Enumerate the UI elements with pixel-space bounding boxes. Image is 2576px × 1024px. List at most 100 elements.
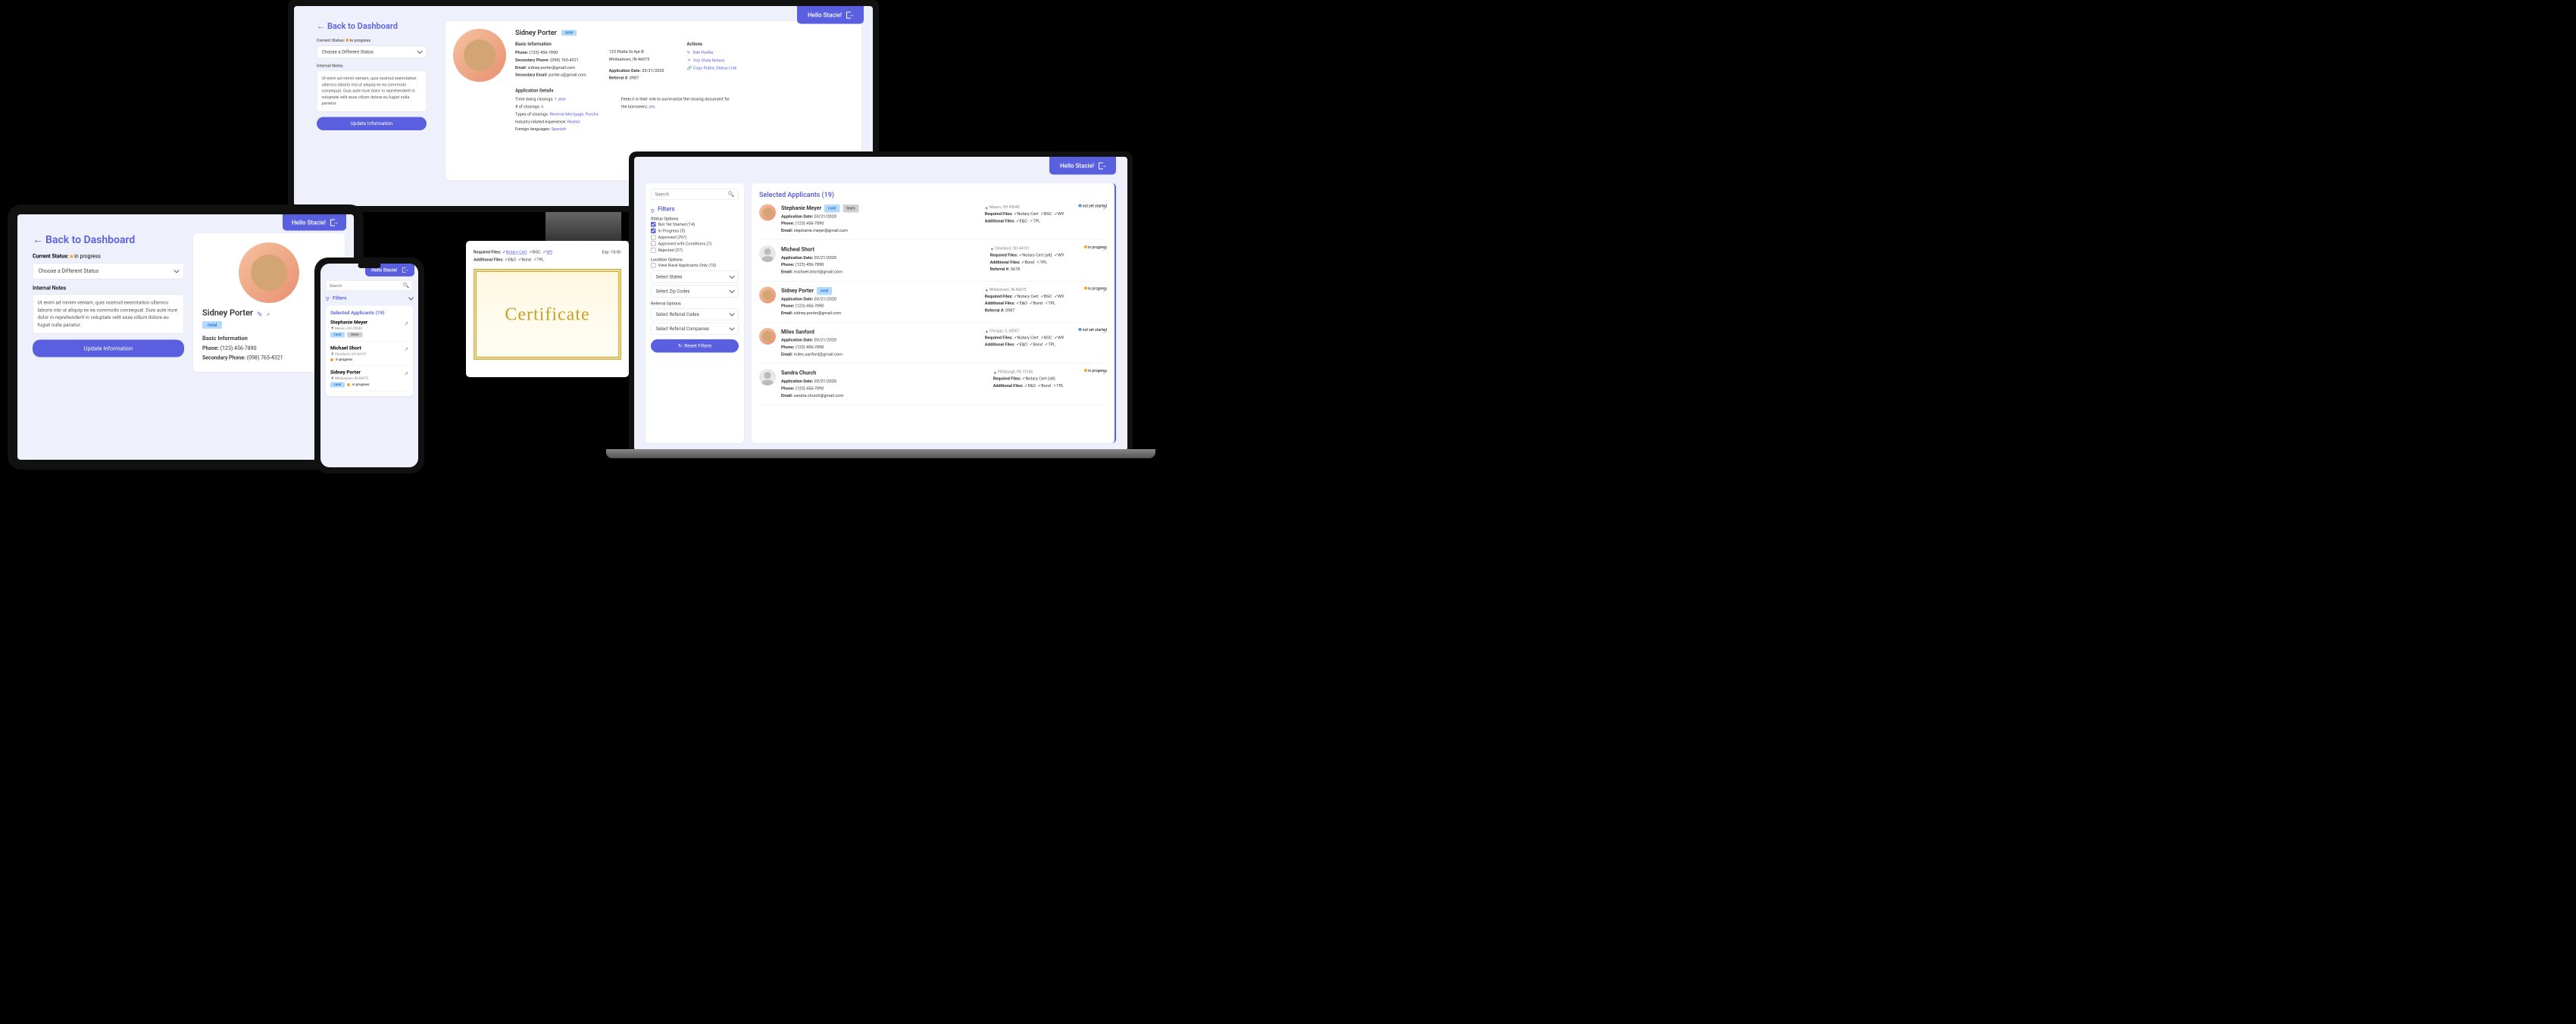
applicant-location: Pittsburgh, PA 15106 bbox=[993, 369, 1064, 376]
avatar bbox=[759, 286, 776, 303]
edit-icon[interactable] bbox=[257, 311, 262, 316]
applicant-row[interactable]: Stephanie Meyer ruralteam Application Da… bbox=[759, 199, 1107, 240]
share-icon[interactable] bbox=[1102, 328, 1107, 336]
greeting-banner[interactable]: Hello Stacie! bbox=[797, 6, 864, 24]
status-dot-icon bbox=[1079, 204, 1082, 208]
status-dot-icon bbox=[1084, 245, 1087, 248]
logout-icon[interactable] bbox=[330, 219, 337, 226]
applicant-name: Stephanie Meyer bbox=[330, 320, 367, 326]
external-link-icon bbox=[686, 56, 692, 61]
filter-status-option[interactable]: Approved (297) bbox=[651, 234, 739, 241]
applicant-location: Mason, OH 45040 bbox=[330, 327, 408, 331]
filter-status-option[interactable]: Not Yet Started (14) bbox=[651, 221, 739, 228]
greeting-text: Hello Stacie! bbox=[808, 11, 842, 19]
share-icon[interactable] bbox=[404, 370, 408, 377]
edit-profile-link[interactable]: Edit Profile bbox=[693, 50, 713, 55]
search-icon[interactable] bbox=[403, 283, 410, 289]
select-referral-codes[interactable]: Select Referral Codes bbox=[651, 308, 739, 320]
share-icon[interactable] bbox=[1102, 286, 1107, 294]
applicant-name: Micheal Short bbox=[781, 245, 814, 254]
arrow-left-icon: ← bbox=[317, 21, 325, 31]
pin-icon bbox=[330, 353, 333, 356]
avatar bbox=[239, 242, 299, 303]
current-status-label: Current Status: bbox=[317, 38, 345, 43]
selected-applicants-header: Selected Applicants (19) bbox=[759, 191, 1107, 199]
tag-rural: rural bbox=[330, 382, 345, 388]
share-icon[interactable] bbox=[1102, 245, 1107, 253]
filter-status-option[interactable]: Rejected (57) bbox=[651, 247, 739, 254]
select-states[interactable]: Select States bbox=[651, 271, 739, 283]
applicant-status: in progress bbox=[352, 383, 369, 387]
applicant-row[interactable]: Miles Sanford Application Date: 03/21/20… bbox=[759, 323, 1107, 364]
applicant-name: Stephanie Meyer bbox=[781, 204, 821, 214]
update-information-button[interactable]: Update Information bbox=[317, 117, 427, 130]
applicant-name: Michael Short bbox=[330, 345, 361, 351]
back-to-dashboard-link[interactable]: ←Back to Dashboard bbox=[33, 233, 135, 246]
edit-icon bbox=[686, 49, 692, 55]
pin-icon bbox=[985, 206, 988, 209]
avatar bbox=[453, 29, 506, 82]
funnel-icon bbox=[326, 296, 330, 301]
internal-notes-box[interactable]: Ut enim ad minim veniam, quis nostrud ex… bbox=[317, 70, 427, 111]
search-icon[interactable] bbox=[728, 192, 735, 198]
filter-status-option[interactable]: Approved with Conditions (7) bbox=[651, 241, 739, 248]
internal-notes-box[interactable]: Ut enim ad minim veniam, quis nostrud ex… bbox=[33, 295, 184, 334]
share-icon[interactable] bbox=[1102, 369, 1107, 376]
back-to-dashboard-link[interactable]: ← Back to Dashboard bbox=[317, 21, 398, 31]
reset-filters-button[interactable]: ↻Reset Filters bbox=[651, 339, 739, 353]
applicant-row[interactable]: Sandra Church Application Date: 03/21/20… bbox=[759, 364, 1107, 404]
logout-icon[interactable] bbox=[1099, 162, 1105, 169]
applicant-name: Sidney Porter bbox=[781, 286, 814, 295]
status-dot-icon bbox=[330, 358, 333, 361]
filter-status-option[interactable]: In Progress (5) bbox=[651, 228, 739, 235]
chevron-down-icon bbox=[729, 325, 734, 330]
visit-state-notary-link[interactable]: Vist State Notary bbox=[693, 58, 724, 63]
tag-rural: rural bbox=[824, 204, 839, 213]
applicant-status: in progress bbox=[336, 358, 352, 362]
share-icon[interactable] bbox=[404, 345, 408, 353]
share-icon[interactable] bbox=[404, 320, 408, 327]
copy-status-link[interactable]: Copy Public Status Link bbox=[693, 65, 736, 70]
current-status-value: in progress bbox=[350, 38, 371, 43]
applicant-row[interactable]: Sidney Porter rural Application Date: 03… bbox=[759, 281, 1107, 322]
expiry-label: Exp: 10/8/ bbox=[602, 248, 621, 264]
basic-info-header: Basic Information bbox=[515, 42, 586, 47]
applicant-location: Whitestown, IN 46075 bbox=[330, 377, 408, 381]
pin-icon bbox=[330, 327, 333, 330]
update-information-button[interactable]: Update Information bbox=[33, 340, 184, 357]
filters-toggle[interactable]: Filters bbox=[326, 295, 413, 301]
address-line-1: 123 Platte St Apt B bbox=[609, 48, 664, 56]
applicant-row[interactable]: Stephanie Meyer Mason, OH 45040 ruraltea… bbox=[330, 316, 408, 342]
filter-rural-only[interactable]: View Rural Applicants Only (18) bbox=[651, 262, 739, 269]
status-dot-icon bbox=[1079, 328, 1082, 331]
greeting-banner[interactable]: Hello Stacie! bbox=[283, 214, 346, 231]
pin-icon bbox=[985, 289, 988, 292]
search-input[interactable] bbox=[326, 280, 413, 291]
external-link-icon[interactable] bbox=[266, 311, 271, 316]
applicant-name: Sidney Porter bbox=[330, 370, 361, 376]
applicant-name: Miles Sanford bbox=[781, 328, 814, 337]
applicant-location: Mason, OH 45040 bbox=[985, 204, 1064, 211]
status-dot-icon bbox=[1084, 369, 1087, 372]
applicant-name: Sandra Church bbox=[781, 369, 816, 378]
applicant-row[interactable]: Micheal Short Application Date: 03/21/20… bbox=[759, 240, 1107, 281]
filters-header[interactable]: Filters bbox=[651, 205, 739, 213]
status-dot-icon bbox=[345, 39, 349, 42]
search-input[interactable] bbox=[651, 189, 739, 200]
logout-icon[interactable] bbox=[402, 267, 408, 273]
avatar bbox=[759, 369, 776, 386]
select-referral-companies[interactable]: Select Referral Companies bbox=[651, 323, 739, 335]
select-zip-codes[interactable]: Select Zip Codes bbox=[651, 286, 739, 298]
applicant-location: Chicago, IL 60007 bbox=[985, 328, 1064, 335]
tag-team: team bbox=[347, 332, 362, 338]
greeting-banner[interactable]: Hello Stacie! bbox=[1049, 157, 1116, 175]
applicant-row[interactable]: Sidney Porter Whitestown, IN 46075 rural… bbox=[330, 366, 408, 392]
chevron-down-icon bbox=[174, 267, 179, 273]
pin-icon bbox=[990, 247, 993, 250]
applicant-row[interactable]: Michael Short Cleveland, OH 44101 in pro… bbox=[330, 342, 408, 366]
link-icon bbox=[686, 64, 692, 70]
share-icon[interactable] bbox=[1102, 204, 1107, 212]
status-select[interactable]: Choose a Different Status bbox=[33, 264, 184, 279]
logout-icon[interactable] bbox=[846, 11, 853, 18]
status-select[interactable]: Choose a Different Status bbox=[317, 46, 427, 58]
